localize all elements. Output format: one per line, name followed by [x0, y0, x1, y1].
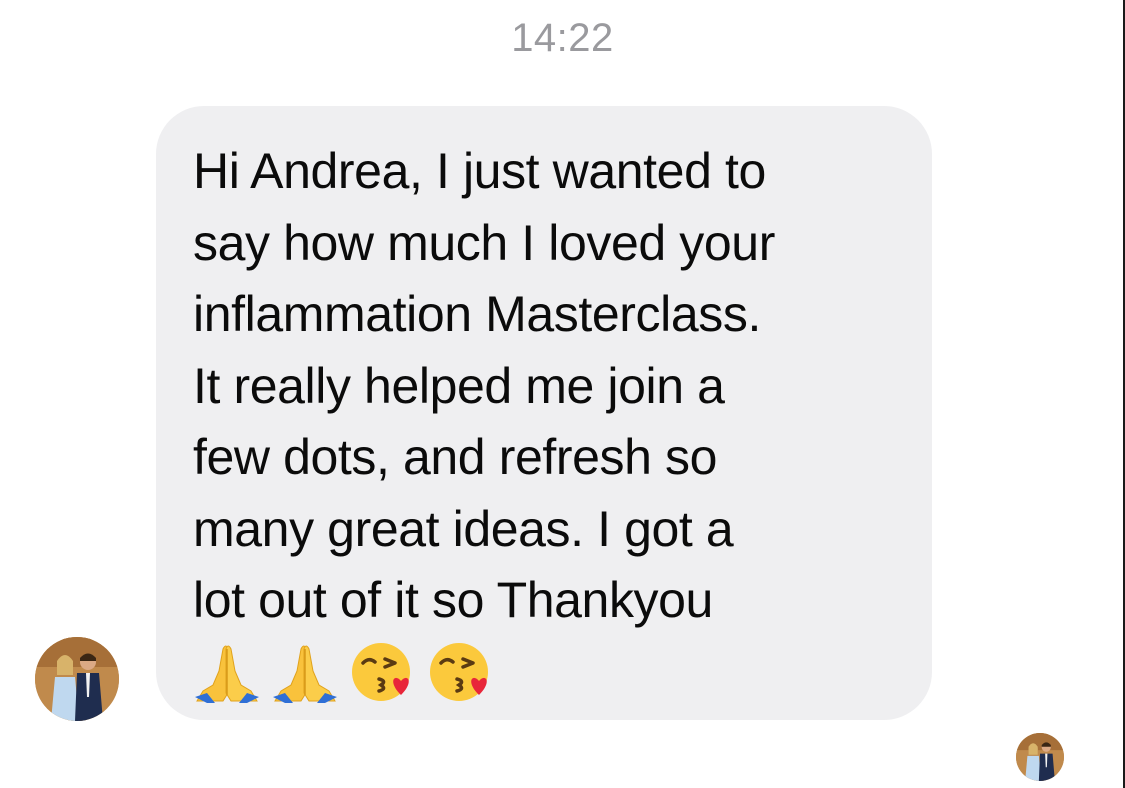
avatar-photo	[35, 637, 119, 721]
face-blowing-kiss-icon	[352, 642, 410, 701]
message-emoji-row	[193, 637, 892, 703]
sender-avatar[interactable]	[35, 637, 119, 721]
avatar-photo	[1016, 733, 1064, 781]
read-receipt-avatar	[1016, 733, 1064, 781]
chat-screen: 14:22 Hi Andrea, I just wanted to say ho…	[0, 0, 1125, 788]
message-text: Hi Andrea, I just wanted to say how much…	[193, 143, 775, 628]
incoming-message-bubble[interactable]: Hi Andrea, I just wanted to say how much…	[156, 106, 932, 720]
face-blowing-kiss-icon	[430, 642, 488, 701]
message-timestamp: 14:22	[511, 16, 614, 60]
folded-hands-icon	[273, 645, 337, 703]
folded-hands-icon	[195, 645, 259, 703]
